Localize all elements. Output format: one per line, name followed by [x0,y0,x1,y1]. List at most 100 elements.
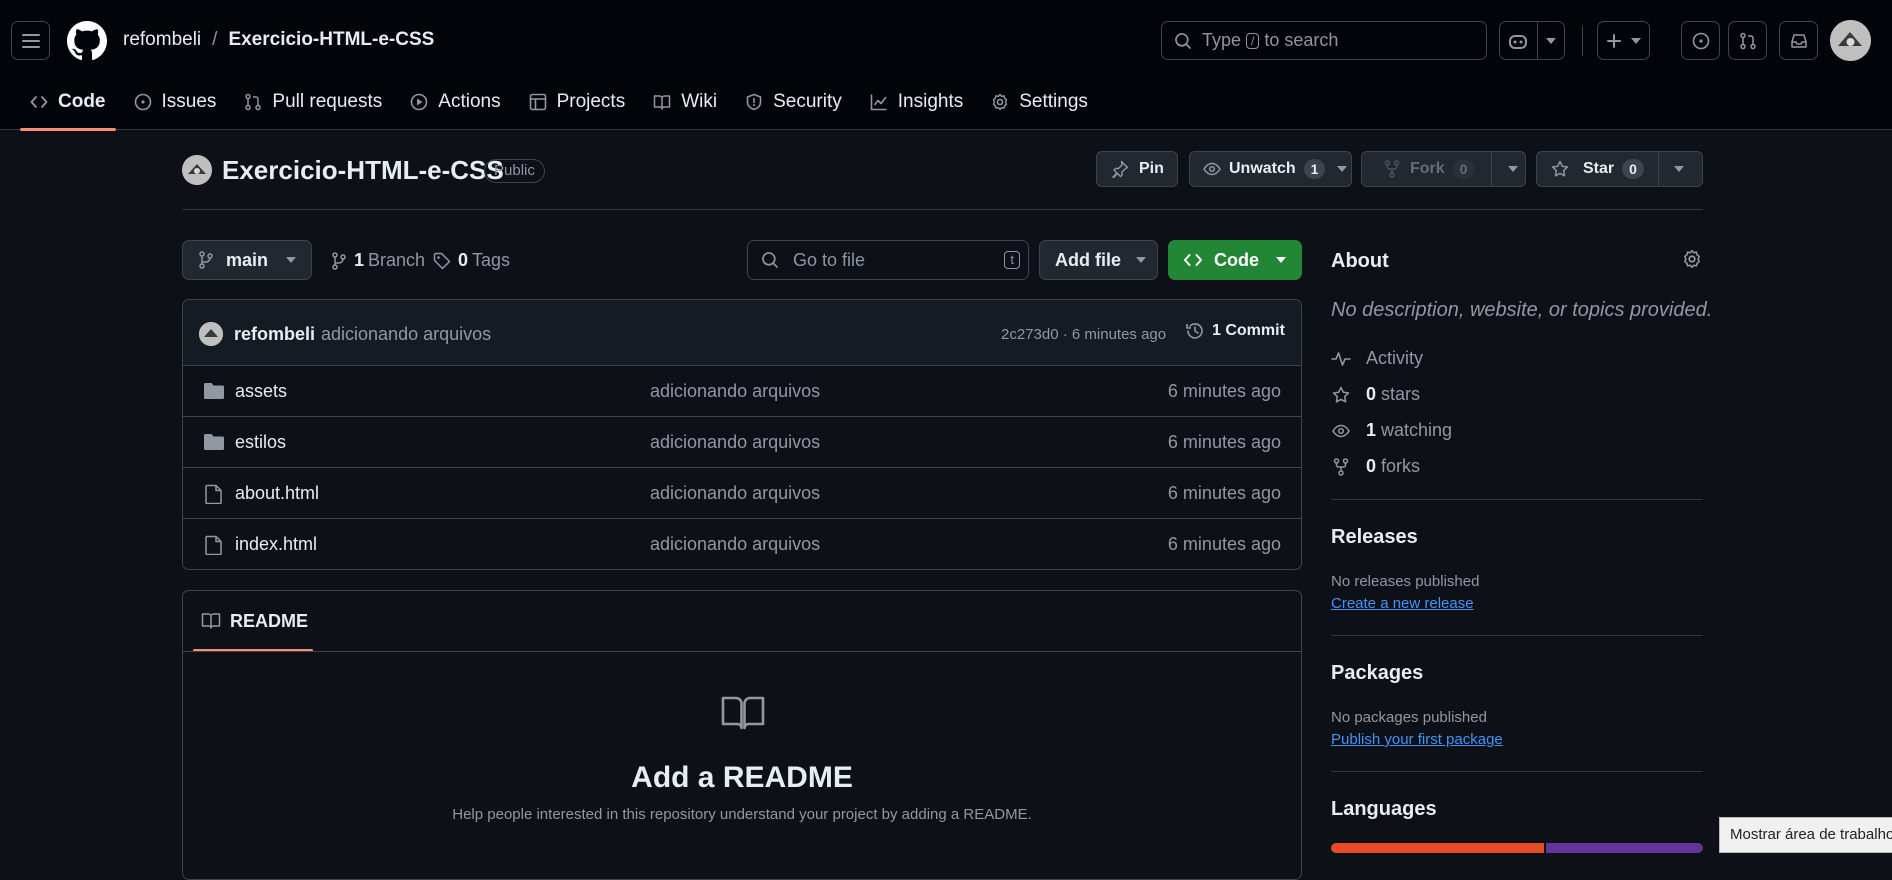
watchers-link[interactable]: 1 watching [1331,420,1452,441]
readme-tab[interactable]: README [193,591,313,652]
create-new-button[interactable] [1597,21,1650,60]
star-button[interactable]: Star 0 [1536,151,1703,187]
search-input[interactable]: Type / to search [1161,21,1487,60]
file-commit-message[interactable]: adicionando arquivos [650,534,820,555]
breadcrumb-repo[interactable]: Exercicio-HTML-e-CSS [228,29,434,50]
eye-icon [1203,162,1221,176]
pull-request-icon [245,93,262,111]
file-icon [205,484,222,504]
file-commit-message[interactable]: adicionando arquivos [650,483,820,504]
inbox-button[interactable] [1779,21,1818,60]
tab-projects[interactable]: Projects [519,82,636,122]
file-row[interactable]: index.html adicionando arquivos 6 minute… [183,519,1301,569]
gear-icon [993,93,1008,111]
commits-link[interactable]: 1 Commit [1185,321,1285,341]
file-updated-time: 6 minutes ago [1167,534,1281,554]
file-row[interactable]: estilos adicionando arquivos 6 minutes a… [183,417,1301,468]
language-bar-segment [1331,843,1544,853]
file-name[interactable]: about.html [235,483,319,504]
branch-name: main [226,249,269,270]
commit-author[interactable]: refombeli [234,324,315,345]
file-row[interactable]: about.html adicionando arquivos 6 minute… [183,468,1301,519]
tab-security[interactable]: Security [735,82,852,122]
book-icon [721,696,765,730]
gear-icon[interactable] [1682,249,1702,269]
search-icon [762,252,778,268]
file-name[interactable]: assets [235,381,287,402]
packages-note: No packages published [1331,709,1487,726]
unwatch-label: Unwatch [1229,160,1296,177]
copilot-icon [1509,34,1527,49]
add-file-label: Add file [1055,249,1121,270]
tab-wiki[interactable]: Wiki [643,82,727,122]
watching-label: watching [1381,420,1453,440]
file-icon [205,535,222,555]
language-bar-segment [1545,843,1703,853]
tab-code[interactable]: Code [20,82,116,131]
file-row[interactable]: assets adicionando arquivos 6 minutes ag… [183,366,1301,417]
tab-settings[interactable]: Settings [981,82,1098,122]
tab-issues[interactable]: Issues [124,82,227,122]
pulse-icon [1331,351,1351,366]
go-to-file-input[interactable]: Go to file t [747,240,1029,280]
tab-pull-requests-label: Pull requests [272,91,383,112]
chevron-down-icon [1337,166,1348,172]
file-name[interactable]: index.html [235,534,317,555]
tab-insights[interactable]: Insights [860,82,973,122]
branches-link[interactable]: 1 Branch [331,250,425,271]
readme-divider [183,651,1301,652]
taskbar-tooltip: Mostrar área de trabalho [1719,817,1892,853]
star-icon [1332,386,1350,403]
breadcrumb-owner[interactable]: refombeli [123,29,201,50]
pin-label: Pin [1139,160,1164,177]
book-icon [201,613,221,629]
add-file-button[interactable]: Add file [1039,240,1158,280]
unwatch-button[interactable]: Unwatch 1 [1189,151,1352,187]
repo-title[interactable]: Exercicio-HTML-e-CSS [222,155,504,186]
tab-pull-requests[interactable]: Pull requests [234,82,392,122]
code-button[interactable]: Code [1168,240,1302,280]
user-avatar[interactable] [1830,20,1871,61]
watching-count: 1 [1366,420,1377,440]
stars-link[interactable]: 0 stars [1331,384,1420,405]
create-release-link[interactable]: Create a new release [1331,595,1474,612]
pin-button[interactable]: Pin [1096,151,1178,187]
pin-icon [1112,160,1129,178]
tags-link[interactable]: 0 Tags [433,250,510,271]
copilot-divider [1537,22,1538,59]
tab-actions[interactable]: Actions [400,82,510,122]
branch-selector[interactable]: main [182,240,312,280]
readme-empty-subtitle: Help people interested in this repositor… [452,806,1032,823]
packages-heading[interactable]: Packages [1331,662,1423,685]
file-name[interactable]: estilos [235,432,286,453]
repo-owner-avatar[interactable] [182,155,212,185]
activity-label: Activity [1366,348,1424,368]
commit-hash-time[interactable]: 2c273d0 · 6 minutes ago [1001,326,1166,343]
fork-icon [1384,160,1400,178]
issues-shortcut-button[interactable] [1681,21,1720,60]
code-button-label: Code [1214,249,1259,270]
file-commit-message[interactable]: adicionando arquivos [650,381,820,402]
tab-code-label: Code [58,91,106,112]
inbox-icon [1790,33,1807,48]
file-commit-message[interactable]: adicionando arquivos [650,432,820,453]
commit-message[interactable]: adicionando arquivos [321,324,491,345]
tab-issues-label: Issues [161,91,217,112]
table-icon [529,93,546,111]
pull-requests-shortcut-button[interactable] [1728,21,1767,60]
activity-link[interactable]: Activity [1331,348,1423,369]
github-logo-icon[interactable] [67,21,107,61]
play-icon [410,93,428,111]
commit-author-avatar[interactable] [199,322,223,346]
star-label: Star [1583,160,1615,177]
tag-count-label: Tags [472,250,511,270]
publish-package-link[interactable]: Publish your first package [1331,731,1503,748]
forks-link[interactable]: 0 forks [1331,456,1420,477]
copilot-button[interactable] [1499,21,1565,60]
releases-heading[interactable]: Releases [1331,526,1418,549]
star-icon [1551,160,1569,177]
issue-icon [134,93,151,111]
folder-icon [204,434,224,450]
menu-button[interactable] [11,21,50,60]
fork-button[interactable]: Fork 0 [1361,151,1526,187]
